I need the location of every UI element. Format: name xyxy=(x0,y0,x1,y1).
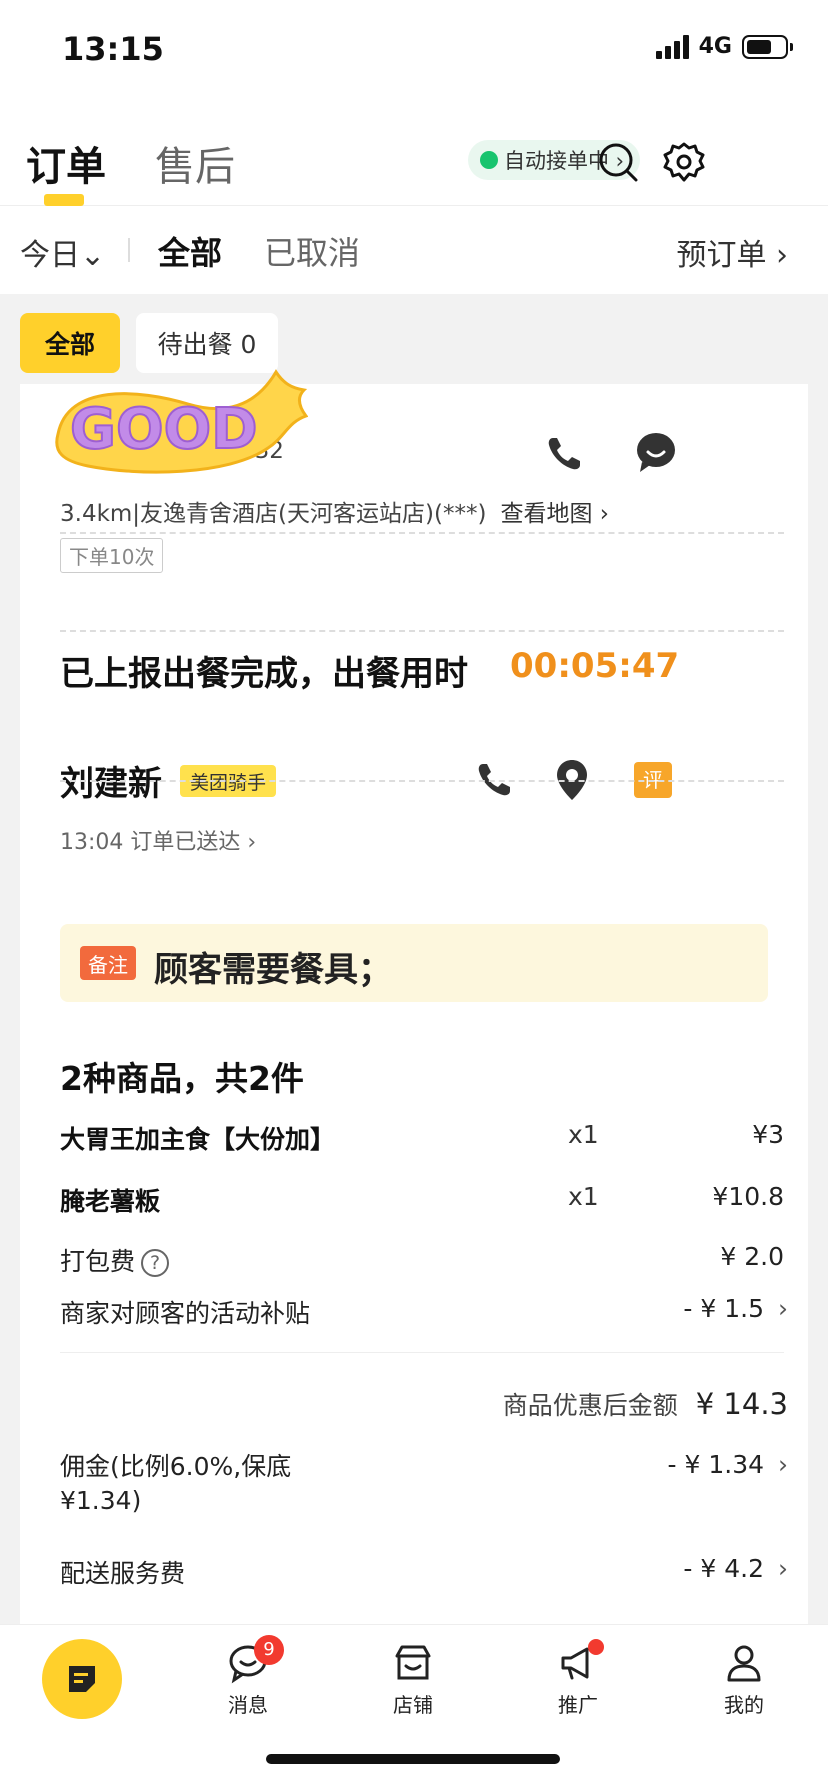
subtotal-row: 商品优惠后金额 ¥ 14.3 xyxy=(503,1386,788,1422)
chevron-right-icon: › xyxy=(778,1554,788,1583)
nav-store[interactable]: 店铺 xyxy=(373,1641,453,1718)
help-icon[interactable]: ? xyxy=(141,1249,170,1277)
nav-label: 推广 xyxy=(558,1693,598,1717)
filter-bar: 今日⌄ 全部 已取消 预订单 › xyxy=(0,206,828,294)
item-qty: x1 xyxy=(568,1182,599,1211)
nav-label: 我的 xyxy=(724,1693,764,1717)
nav-mine[interactable]: 我的 xyxy=(704,1641,784,1718)
tab-after-sales[interactable]: 售后 xyxy=(155,134,235,192)
divider xyxy=(60,780,784,782)
delivery-fee-row[interactable]: 配送服务费 - ¥ 4.2 › xyxy=(60,1554,788,1594)
rider-status-link[interactable]: 13:04 订单已送达 › xyxy=(60,824,256,856)
note-tag: 备注 xyxy=(80,946,136,980)
fee-value: ¥ 2.0 xyxy=(720,1242,784,1271)
tab-orders[interactable]: 订单 xyxy=(26,134,106,192)
nav-messages[interactable]: 9 消息 xyxy=(208,1635,288,1718)
chat-icon[interactable] xyxy=(632,430,680,474)
battery-icon xyxy=(742,34,793,59)
status-time: 13:15 xyxy=(62,30,164,68)
address-row: 3.4km|友逸青舍酒店(天河客运站店)(***) 查看地图 › xyxy=(60,494,609,528)
bottom-nav: 9 消息 店铺 推广 我的 xyxy=(0,1624,828,1792)
commission-label-line1: 佣金(比例6.0%,保底 xyxy=(60,1452,292,1481)
status-right: 4G xyxy=(655,34,793,59)
meal-report-text: 已上报出餐完成，出餐用时 xyxy=(60,654,468,694)
order-note-icon xyxy=(69,1666,95,1692)
filter-cancelled[interactable]: 已取消 xyxy=(264,228,360,274)
nav-label: 店铺 xyxy=(393,1693,433,1717)
divider xyxy=(60,532,784,534)
top-bar: 订单 售后 自动接单中 › xyxy=(0,100,828,206)
user-icon xyxy=(727,1645,761,1682)
network-label: 4G xyxy=(698,34,732,59)
delivery-address: 3.4km|友逸青舍酒店(天河客运站店)(***) xyxy=(60,501,487,527)
note-box: 备注 顾客需要餐具； xyxy=(60,924,768,1002)
status-bar: 13:15 4G xyxy=(0,0,828,100)
store-icon xyxy=(395,1645,431,1680)
delivery-fee-label: 配送服务费 xyxy=(60,1559,186,1588)
order-count-tag: 下单10次 xyxy=(60,538,164,573)
item-row: 大胃王加主食【大份加】 x1 ¥3 xyxy=(60,1120,784,1160)
commission-value: - ¥ 1.34 xyxy=(667,1450,764,1479)
view-map-link[interactable]: 查看地图 › xyxy=(500,501,609,527)
fee-value: - ¥ 1.5 xyxy=(683,1294,764,1323)
item-qty: x1 xyxy=(568,1120,599,1149)
nav-orders[interactable] xyxy=(42,1639,122,1719)
date-filter[interactable]: 今日⌄ xyxy=(20,230,105,274)
item-price: ¥10.8 xyxy=(712,1182,784,1211)
order-card: 332 3.4km|友逸青舍酒店(天河客运站店)(***)查看地图 › 下单10… xyxy=(20,384,808,1624)
tab-active-indicator xyxy=(44,194,84,206)
online-dot-icon xyxy=(480,151,498,169)
filter-all[interactable]: 全部 xyxy=(158,228,222,274)
good-sticker: GOOD xyxy=(55,369,308,474)
nav-promotion[interactable]: 推广 xyxy=(538,1639,618,1718)
filter-preorder[interactable]: 预订单 › xyxy=(676,230,788,274)
goods-summary: 2种商品，共2件 xyxy=(60,1059,304,1098)
fee-row-packaging: 打包费? ¥ 2.0 xyxy=(60,1242,784,1282)
item-name: 大胃王加主食【大份加】 xyxy=(60,1125,336,1154)
message-badge: 9 xyxy=(254,1635,284,1665)
nav-label: 消息 xyxy=(228,1693,268,1717)
subtotal-value: ¥ 14.3 xyxy=(695,1387,788,1421)
commission-label: 佣金(比例6.0%,保底 ¥1.34) xyxy=(60,1450,291,1518)
filter-divider xyxy=(128,238,130,262)
phone-icon[interactable] xyxy=(544,434,584,474)
chevron-right-icon: › xyxy=(778,1294,788,1323)
divider xyxy=(60,1352,784,1353)
delivery-fee-value: - ¥ 4.2 xyxy=(683,1554,764,1583)
gear-icon[interactable] xyxy=(662,140,706,184)
item-name: 腌老薯粄 xyxy=(60,1187,161,1216)
item-row: 腌老薯粄 x1 ¥10.8 xyxy=(60,1182,784,1222)
signal-icon xyxy=(655,34,689,59)
home-indicator xyxy=(266,1754,560,1764)
promo-dot-badge xyxy=(588,1639,604,1655)
sticker-text: GOOD xyxy=(70,397,258,462)
divider xyxy=(60,630,784,632)
fee-name: 打包费 xyxy=(60,1247,136,1276)
search-icon[interactable] xyxy=(596,140,640,184)
chevron-right-icon: › xyxy=(778,1450,788,1479)
note-text: 顾客需要餐具； xyxy=(154,950,392,990)
item-price: ¥3 xyxy=(752,1120,784,1149)
subtotal-label: 商品优惠后金额 xyxy=(502,1391,678,1420)
meal-time: 00:05:47 xyxy=(510,646,680,686)
fee-name: 商家对顾客的活动补贴 xyxy=(60,1299,311,1328)
commission-label-line2: ¥1.34) xyxy=(60,1486,142,1515)
commission-row[interactable]: 佣金(比例6.0%,保底 ¥1.34) - ¥ 1.34 › xyxy=(60,1450,788,1526)
fee-row-subsidy[interactable]: 商家对顾客的活动补贴 - ¥ 1.5 › xyxy=(60,1294,788,1334)
